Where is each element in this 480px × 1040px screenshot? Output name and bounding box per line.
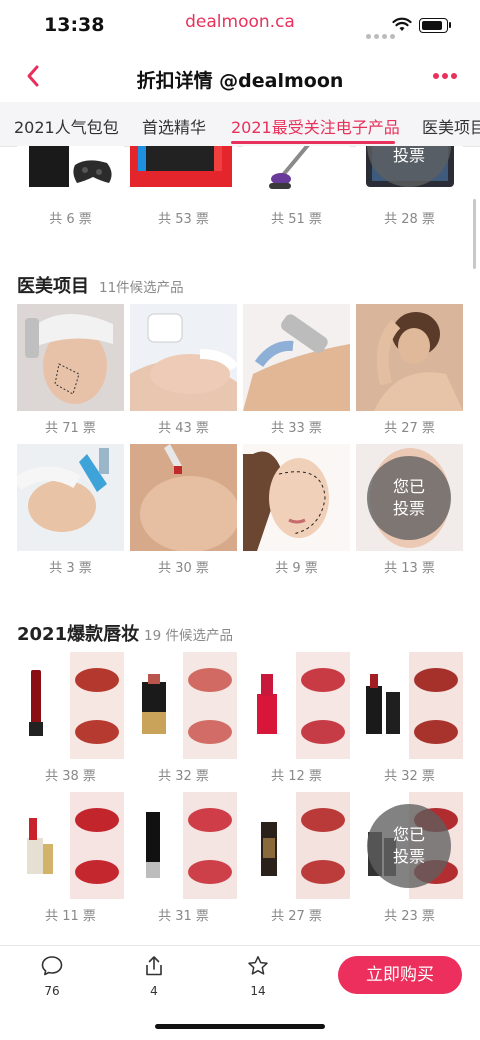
tab-bags[interactable]: 2021人气包包 <box>14 114 119 138</box>
nav-bar: 折扣详情 @dealmoon <box>0 54 480 100</box>
product-card[interactable] <box>130 444 237 551</box>
comment-button[interactable]: 76 <box>32 954 72 998</box>
vote-count: 共 43 票 <box>158 421 209 436</box>
page-title: 折扣详情 @dealmoon <box>136 70 344 92</box>
product-card[interactable] <box>17 304 124 411</box>
vote-count: 共 31 票 <box>158 909 209 924</box>
share-count: 4 <box>150 984 158 998</box>
vote-count: 共 6 票 <box>49 212 92 227</box>
wifi-icon <box>392 17 412 31</box>
vote-count: 共 11 票 <box>45 909 96 924</box>
voted-label-line1: 您已 <box>392 825 425 844</box>
tab-serums[interactable]: 首选精华 <box>142 114 206 138</box>
vote-count: 共 3 票 <box>49 561 92 576</box>
voted-label-line2: 投票 <box>392 146 425 165</box>
section-count-aesthetics: 11件候选产品 <box>99 280 184 296</box>
buy-now-button[interactable]: 立即购买 <box>338 956 462 994</box>
product-card[interactable] <box>17 652 124 759</box>
section-title-aesthetics: 医美项目 <box>17 276 89 297</box>
product-card[interactable] <box>130 304 237 411</box>
tab-aesthetics[interactable]: 医美项目 <box>422 114 480 138</box>
vote-count: 共 38 票 <box>45 769 96 784</box>
vote-count: 共 28 票 <box>384 212 435 227</box>
section-count-lipstick: 19 件候选产品 <box>144 628 233 644</box>
share-icon <box>146 956 162 976</box>
favorite-count: 14 <box>250 984 266 998</box>
product-card[interactable] <box>17 792 124 899</box>
tab-electronics[interactable]: 2021最受关注电子产品 <box>231 114 400 138</box>
product-card[interactable] <box>130 792 237 899</box>
content-scroll[interactable]: 您已 投票 共 6 票 共 53 票 共 51 票 共 28 票 医美项目 11… <box>0 146 480 946</box>
product-card[interactable] <box>17 146 124 193</box>
vote-count: 共 53 票 <box>158 212 209 227</box>
product-card[interactable]: 您已 投票 <box>356 444 463 551</box>
product-card[interactable] <box>356 304 463 411</box>
comment-icon <box>41 956 63 976</box>
product-card[interactable]: 您已 投票 <box>356 792 463 899</box>
product-card[interactable] <box>243 652 350 759</box>
battery-nub <box>449 22 451 28</box>
vote-count: 共 51 票 <box>271 212 322 227</box>
vote-count: 共 71 票 <box>45 421 96 436</box>
vote-count: 共 9 票 <box>275 561 318 576</box>
voted-label-line2: 投票 <box>392 847 425 866</box>
section-title-lipstick: 2021爆款唇妆 <box>17 624 140 645</box>
status-bar: 13:38 dealmoon.ca <box>0 0 480 50</box>
star-icon <box>248 956 268 975</box>
product-card[interactable] <box>243 304 350 411</box>
vote-count: 共 33 票 <box>271 421 322 436</box>
product-card[interactable] <box>243 444 350 551</box>
vote-count: 共 27 票 <box>384 421 435 436</box>
share-button[interactable]: 4 <box>134 954 174 998</box>
product-card[interactable] <box>130 146 237 193</box>
voted-badge: 您已 投票 <box>367 456 451 540</box>
vote-count: 共 32 票 <box>158 769 209 784</box>
product-card[interactable] <box>17 444 124 551</box>
more-dots-icon[interactable] <box>430 64 460 88</box>
scrollbar[interactable] <box>473 199 476 269</box>
battery-icon <box>419 18 448 33</box>
product-card[interactable]: 您已 投票 <box>356 146 463 193</box>
product-card[interactable] <box>356 652 463 759</box>
active-tab-indicator <box>231 141 395 144</box>
voted-label-line1: 您已 <box>392 477 425 496</box>
vote-count: 共 13 票 <box>384 561 435 576</box>
product-card[interactable] <box>243 146 350 193</box>
product-card[interactable] <box>243 792 350 899</box>
vote-count: 共 12 票 <box>271 769 322 784</box>
comment-count: 76 <box>44 984 60 998</box>
home-indicator <box>155 1024 325 1029</box>
vote-count: 共 27 票 <box>271 909 322 924</box>
vote-count: 共 32 票 <box>384 769 435 784</box>
vote-count: 共 23 票 <box>384 909 435 924</box>
vote-count: 共 30 票 <box>158 561 209 576</box>
voted-label-line2: 投票 <box>392 499 425 518</box>
voted-badge: 您已 投票 <box>367 804 451 888</box>
favorite-button[interactable]: 14 <box>238 954 278 998</box>
product-card[interactable] <box>130 652 237 759</box>
